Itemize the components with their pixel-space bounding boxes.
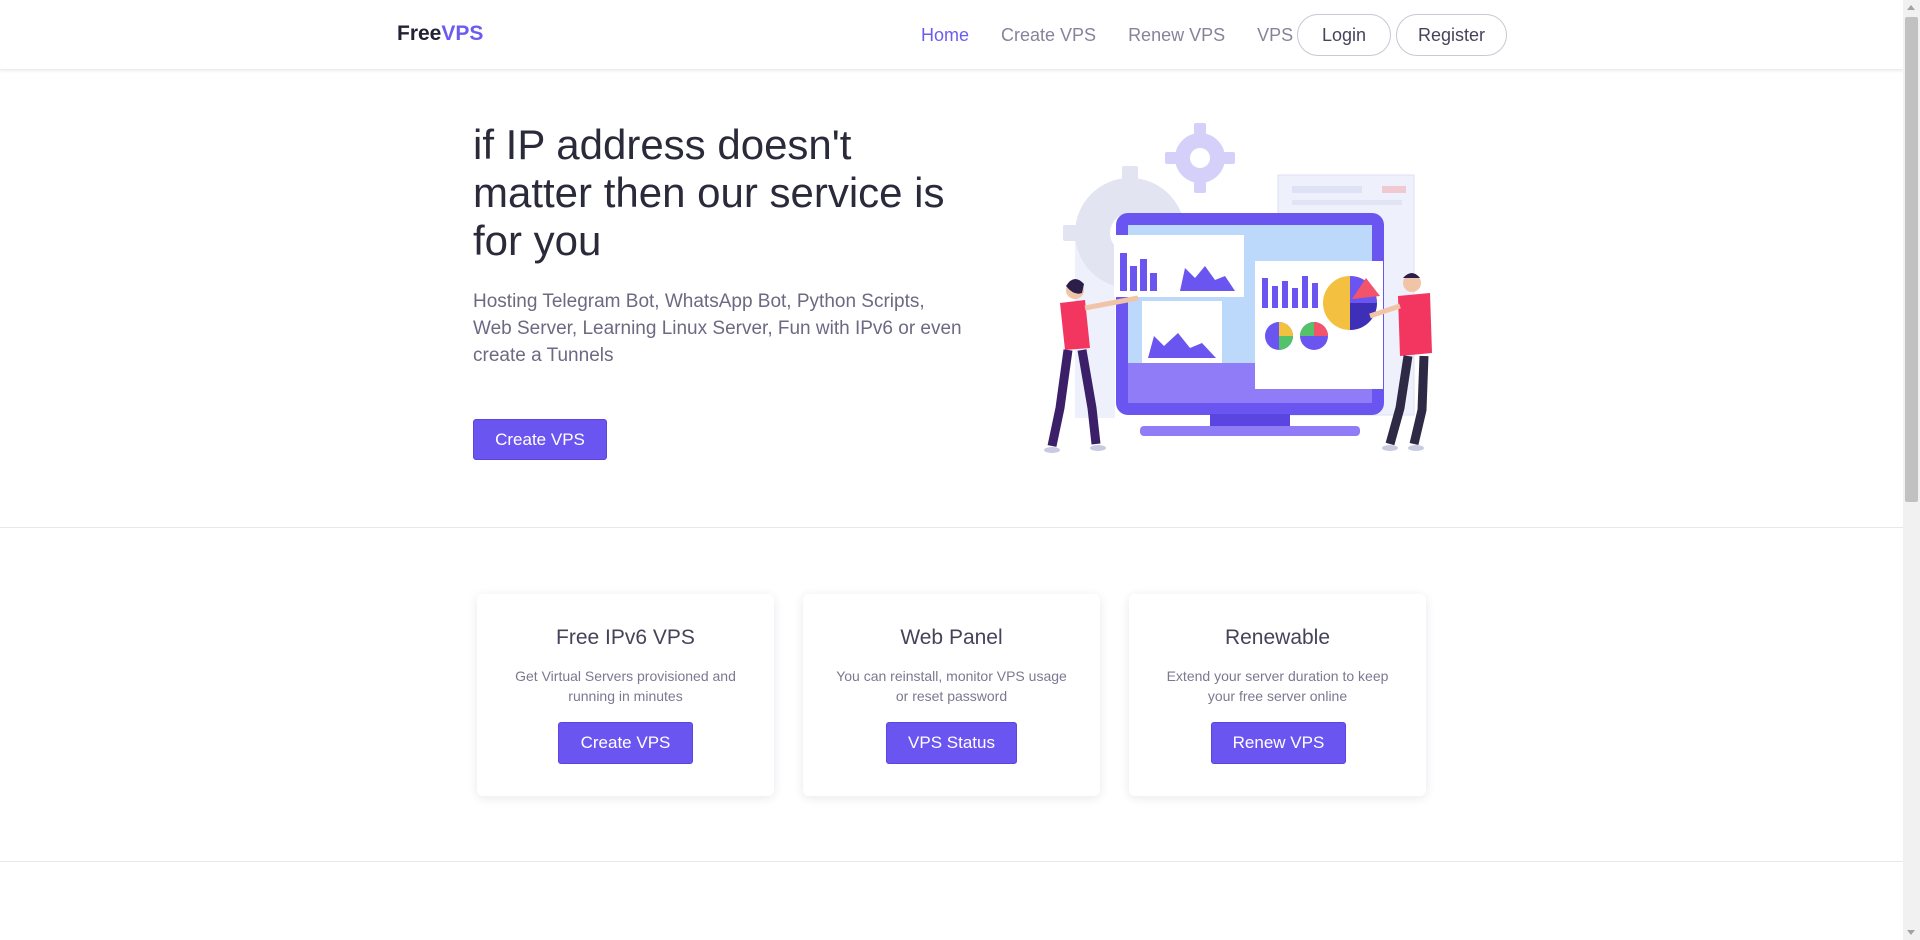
hero-create-vps-button[interactable]: Create VPS	[473, 419, 607, 460]
hero-subtitle: Hosting Telegram Bot, WhatsApp Bot, Pyth…	[473, 291, 962, 366]
navbar: FreeVPS Home Create VPS Renew VPS VPS Lo…	[0, 0, 1903, 70]
analytics-dashboard-illustration-icon	[1044, 123, 1432, 453]
nav-links: Home Create VPS Renew VPS VPS	[921, 0, 1343, 70]
nav-link-create-vps[interactable]: Create VPS	[1001, 25, 1096, 46]
feature-vps-status-button[interactable]: VPS Status	[886, 722, 1017, 764]
feature-card-title: Web Panel	[900, 626, 1003, 649]
section-divider-1	[0, 527, 1903, 528]
scroll-down-arrow-icon[interactable]	[1907, 930, 1915, 935]
feature-card-renewable: Renewable Extend your server duration to…	[1129, 594, 1426, 796]
feature-card-description: You can reinstall, monitor VPS usage or …	[836, 668, 1067, 704]
feature-create-vps-button[interactable]: Create VPS	[558, 722, 693, 764]
page: FreeVPS Home Create VPS Renew VPS VPS Lo…	[0, 0, 1920, 940]
brand-logo[interactable]: FreeVPS	[397, 22, 483, 46]
feature-card-description: Get Virtual Servers provisioned and runn…	[515, 668, 736, 704]
scrollbar-thumb[interactable]	[1905, 17, 1918, 502]
feature-card-web-panel: Web Panel You can reinstall, monitor VPS…	[803, 594, 1100, 796]
nav-link-home[interactable]: Home	[921, 25, 969, 46]
hero-title: if IP address doesn't matter then our se…	[473, 121, 945, 264]
feature-card-free-ipv6-vps: Free IPv6 VPS Get Virtual Servers provis…	[477, 594, 774, 796]
brand-text-vps: VPS	[441, 22, 484, 45]
register-button[interactable]: Register	[1396, 14, 1507, 56]
feature-card-title: Renewable	[1224, 626, 1331, 649]
vertical-scrollbar[interactable]	[1903, 0, 1920, 940]
login-button[interactable]: Login	[1297, 14, 1391, 56]
scroll-up-arrow-icon[interactable]	[1907, 5, 1915, 10]
feature-card-description: Extend your server duration to keep your…	[1166, 668, 1389, 704]
nav-dropdown-vps-label: VPS	[1257, 24, 1294, 45]
nav-link-renew-vps[interactable]: Renew VPS	[1128, 25, 1225, 46]
feature-renew-vps-button[interactable]: Renew VPS	[1211, 722, 1346, 764]
section-divider-2	[0, 861, 1903, 862]
feature-card-title: Free IPv6 VPS	[556, 626, 695, 649]
brand-text-free: Free	[397, 22, 442, 45]
